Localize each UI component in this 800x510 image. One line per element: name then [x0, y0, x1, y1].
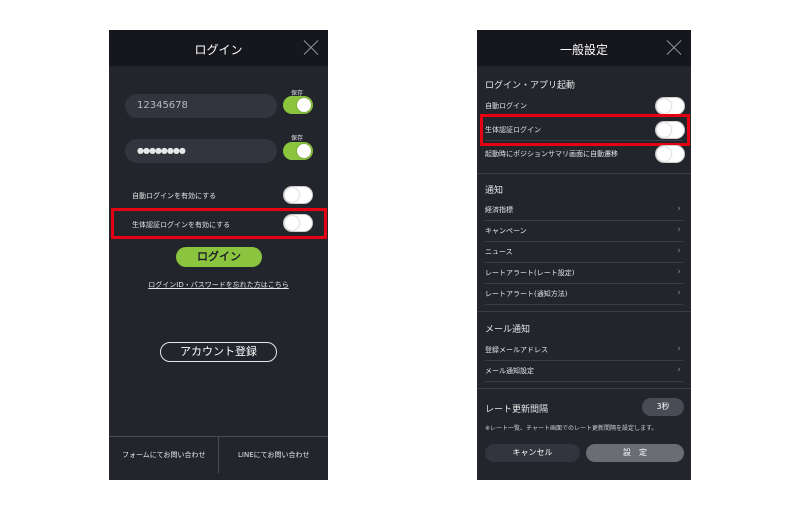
setting-label: 起動時にポジションサマリ画面に自動遷移	[485, 150, 618, 158]
mail-label: 登録メールアドレス	[485, 346, 548, 354]
notify-item[interactable]: キャンペーン ›	[485, 221, 683, 242]
chevron-right-icon: ›	[677, 246, 681, 256]
account-register-button[interactable]: アカウント登録	[160, 342, 277, 362]
user-id-input[interactable]: 12345678	[125, 94, 277, 118]
page-title: 一般設定	[559, 43, 608, 57]
startup-position-toggle[interactable]	[655, 145, 685, 163]
notify-label: ニュース	[485, 248, 513, 256]
highlight-box	[480, 114, 690, 146]
toggle-knob	[285, 188, 299, 202]
chevron-right-icon: ›	[677, 225, 681, 235]
section-divider	[477, 388, 691, 389]
save-password-toggle[interactable]	[283, 142, 313, 160]
notify-item[interactable]: ニュース ›	[485, 242, 683, 263]
close-icon[interactable]	[303, 40, 319, 56]
notify-label: レートアラート(通知方法)	[485, 290, 568, 298]
section-login-startup: ログイン・アプリ起動	[485, 81, 576, 91]
highlight-box	[111, 208, 327, 239]
close-icon[interactable]	[666, 40, 682, 56]
mail-item[interactable]: 登録メールアドレス ›	[485, 340, 683, 361]
settings-title-bar: 一般設定	[477, 30, 691, 66]
login-button[interactable]: ログイン	[176, 247, 262, 267]
page-title: ログイン	[194, 43, 243, 57]
contact-form-button[interactable]: フォームにてお問い合わせ	[109, 437, 219, 473]
notify-item[interactable]: 経済指標 ›	[485, 200, 683, 221]
chevron-right-icon: ›	[677, 204, 681, 214]
section-mail: メール通知	[485, 325, 531, 335]
rate-interval-select[interactable]: 3秒	[642, 398, 684, 416]
chevron-right-icon: ›	[677, 267, 681, 277]
chevron-right-icon: ›	[677, 365, 681, 375]
cancel-button[interactable]: キャンセル	[485, 444, 580, 462]
login-title-bar: ログイン	[109, 30, 328, 66]
toggle-knob	[297, 144, 311, 158]
auto-login-toggle[interactable]	[655, 97, 685, 115]
toggle-knob	[657, 99, 671, 113]
notify-label: 経済指標	[485, 206, 513, 214]
section-divider	[477, 173, 691, 174]
section-notify: 通知	[485, 186, 504, 196]
settings-screen: 一般設定 ログイン・アプリ起動 自動ログイン 生体認証ログイン 起動時にポジショ…	[477, 30, 691, 480]
save-id-toggle[interactable]	[283, 96, 313, 114]
notify-label: キャンペーン	[485, 227, 527, 235]
notify-item[interactable]: レートアラート(通知方法) ›	[485, 284, 683, 305]
notify-item[interactable]: レートアラート(レート設定) ›	[485, 263, 683, 284]
setting-startup-position[interactable]: 起動時にポジションサマリ画面に自動遷移	[485, 144, 685, 164]
auto-login-label: 自動ログインを有効にする	[132, 192, 217, 200]
mail-label: メール通知設定	[485, 367, 534, 375]
contact-footer: フォームにてお問い合わせ LINEにてお問い合わせ	[109, 436, 328, 473]
toggle-knob	[657, 147, 671, 161]
auto-login-toggle[interactable]	[283, 186, 313, 204]
save-password-label: 保存	[291, 135, 304, 142]
toggle-knob	[297, 98, 311, 112]
password-input[interactable]: ●●●●●●●●	[125, 139, 277, 163]
setting-label: 自動ログイン	[485, 102, 527, 110]
login-screen: ログイン 12345678 保存 ●●●●●●●● 保存 自動ログインを有効にす…	[109, 30, 328, 480]
forgot-password-link[interactable]: ログインID・パスワードを忘れた方はこちら	[109, 280, 328, 290]
chevron-right-icon: ›	[677, 344, 681, 354]
section-divider	[477, 311, 691, 312]
chevron-right-icon: ›	[677, 288, 681, 298]
set-button[interactable]: 設 定	[586, 444, 684, 462]
rate-interval-note: ※レート一覧、チャート画面でのレート更新間隔を設定します。	[485, 425, 658, 432]
mail-item[interactable]: メール通知設定 ›	[485, 361, 683, 382]
contact-line-button[interactable]: LINEにてお問い合わせ	[219, 437, 328, 473]
notify-label: レートアラート(レート設定)	[485, 269, 575, 277]
rate-interval-label: レート更新間隔	[485, 405, 549, 415]
